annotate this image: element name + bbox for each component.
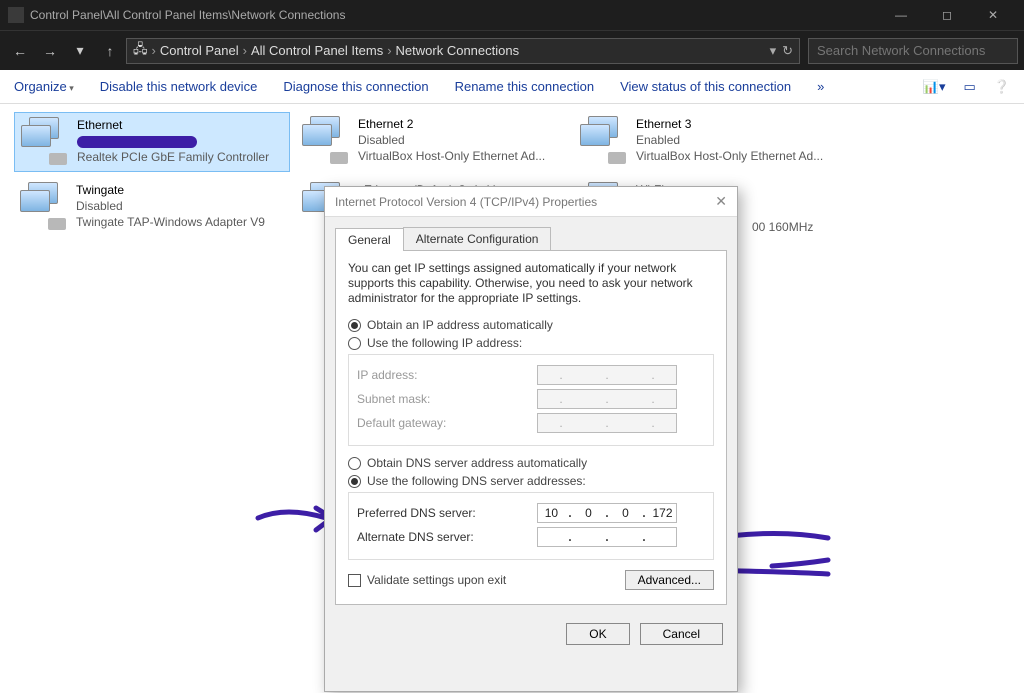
validate-row: Validate settings upon exit Advanced... bbox=[348, 570, 714, 590]
connection-status: Disabled bbox=[76, 198, 265, 214]
radio-icon bbox=[348, 319, 361, 332]
connection-name: Ethernet 3 bbox=[636, 116, 823, 132]
app-icon bbox=[8, 7, 24, 23]
back-button[interactable]: ← bbox=[6, 37, 34, 65]
radio-label: Obtain an IP address automatically bbox=[367, 318, 553, 332]
radio-use-ip[interactable]: Use the following IP address: bbox=[348, 336, 714, 350]
radio-icon bbox=[348, 337, 361, 350]
recent-dropdown[interactable]: ▾ bbox=[66, 37, 94, 65]
radio-label: Use the following IP address: bbox=[367, 336, 522, 350]
addr-dropdown-icon[interactable]: ▾ bbox=[770, 43, 777, 59]
breadcrumb-icon: 🖧 bbox=[133, 40, 148, 62]
address-bar-row: ← → ▾ ↑ 🖧 › Control Panel › All Control … bbox=[0, 30, 1024, 70]
alt-dns-field[interactable]: ... bbox=[537, 527, 677, 547]
connection-ethernet[interactable]: Ethernet Realtek PCIe GbE Family Control… bbox=[14, 112, 290, 172]
tab-alternate[interactable]: Alternate Configuration bbox=[403, 227, 552, 250]
wifi-band-label: 00 160MHz bbox=[752, 220, 813, 234]
ip-address-label: IP address: bbox=[357, 368, 537, 382]
validate-label: Validate settings upon exit bbox=[367, 573, 506, 587]
forward-button[interactable]: → bbox=[36, 37, 64, 65]
preview-pane-icon[interactable]: ▭ bbox=[964, 79, 976, 95]
validate-checkbox[interactable] bbox=[348, 574, 361, 587]
window-titlebar: Control Panel\All Control Panel Items\Ne… bbox=[0, 0, 1024, 30]
crumb-all-items[interactable]: All Control Panel Items bbox=[251, 43, 383, 58]
connection-adapter: Twingate TAP-Windows Adapter V9 bbox=[76, 214, 265, 230]
pref-dns-label: Preferred DNS server: bbox=[357, 506, 537, 520]
gateway-label: Default gateway: bbox=[357, 416, 537, 430]
organize-menu[interactable]: Organize bbox=[14, 79, 74, 94]
ip-address-group: IP address: ... Subnet mask: ... Default… bbox=[348, 354, 714, 446]
connection-status: Enabled bbox=[636, 132, 823, 148]
up-button[interactable]: ↑ bbox=[96, 37, 124, 65]
radio-label: Use the following DNS server addresses: bbox=[367, 474, 586, 488]
network-adapter-icon bbox=[21, 117, 69, 165]
radio-icon bbox=[348, 457, 361, 470]
ok-button[interactable]: OK bbox=[566, 623, 629, 645]
connection-name: Ethernet 2 bbox=[358, 116, 545, 132]
connection-twingate[interactable]: Twingate Disabled Twingate TAP-Windows A… bbox=[14, 178, 290, 238]
dialog-close-icon[interactable]: ✕ bbox=[715, 193, 727, 210]
tab-general[interactable]: General bbox=[335, 228, 404, 251]
ipv4-properties-dialog: Internet Protocol Version 4 (TCP/IPv4) P… bbox=[324, 186, 738, 692]
crumb-control-panel[interactable]: Control Panel bbox=[160, 43, 239, 58]
toolbar-overflow[interactable]: » bbox=[817, 79, 824, 94]
redacted-marker bbox=[77, 136, 197, 148]
diagnose-button[interactable]: Diagnose this connection bbox=[283, 79, 428, 94]
rename-button[interactable]: Rename this connection bbox=[455, 79, 594, 94]
subnet-label: Subnet mask: bbox=[357, 392, 537, 406]
view-status-button[interactable]: View status of this connection bbox=[620, 79, 791, 94]
dialog-tabs: General Alternate Configuration bbox=[335, 227, 727, 251]
refresh-icon[interactable]: ↻ bbox=[782, 43, 793, 59]
radio-label: Obtain DNS server address automatically bbox=[367, 456, 587, 470]
maximize-button[interactable]: ◻ bbox=[924, 0, 970, 30]
crumb-network[interactable]: Network Connections bbox=[396, 43, 520, 58]
radio-use-dns[interactable]: Use the following DNS server addresses: bbox=[348, 474, 714, 488]
gateway-field: ... bbox=[537, 413, 677, 433]
network-adapter-icon bbox=[20, 182, 68, 230]
help-icon[interactable]: ❔ bbox=[994, 79, 1010, 95]
radio-obtain-ip-auto[interactable]: Obtain an IP address automatically bbox=[348, 318, 714, 332]
advanced-button[interactable]: Advanced... bbox=[625, 570, 714, 590]
connection-adapter: Realtek PCIe GbE Family Controller bbox=[77, 149, 269, 165]
dialog-titlebar: Internet Protocol Version 4 (TCP/IPv4) P… bbox=[325, 187, 737, 217]
pref-dns-field[interactable]: 10. 0. 0. 172 bbox=[537, 503, 677, 523]
network-adapter-icon bbox=[580, 116, 628, 164]
ip-description: You can get IP settings assigned automat… bbox=[348, 261, 714, 306]
radio-obtain-dns-auto[interactable]: Obtain DNS server address automatically bbox=[348, 456, 714, 470]
connection-status: Disabled bbox=[358, 132, 545, 148]
minimize-button[interactable]: — bbox=[878, 0, 924, 30]
disable-device-button[interactable]: Disable this network device bbox=[100, 79, 258, 94]
connection-ethernet2[interactable]: Ethernet 2 Disabled VirtualBox Host-Only… bbox=[296, 112, 572, 172]
close-button[interactable]: ✕ bbox=[970, 0, 1016, 30]
connection-adapter: VirtualBox Host-Only Ethernet Ad... bbox=[636, 148, 823, 164]
subnet-field: ... bbox=[537, 389, 677, 409]
connection-name: Twingate bbox=[76, 182, 265, 198]
search-input[interactable] bbox=[808, 38, 1018, 64]
connection-ethernet3[interactable]: Ethernet 3 Enabled VirtualBox Host-Only … bbox=[574, 112, 850, 172]
ip-address-field: ... bbox=[537, 365, 677, 385]
connection-name: Ethernet bbox=[77, 117, 269, 133]
cancel-button[interactable]: Cancel bbox=[640, 623, 723, 645]
dns-group: Preferred DNS server: 10. 0. 0. 172 Alte… bbox=[348, 492, 714, 560]
command-bar: Organize Disable this network device Dia… bbox=[0, 70, 1024, 104]
network-adapter-icon bbox=[302, 116, 350, 164]
radio-icon bbox=[348, 475, 361, 488]
window-title: Control Panel\All Control Panel Items\Ne… bbox=[30, 8, 345, 22]
view-options-icon[interactable]: 📊▾ bbox=[923, 79, 946, 95]
tab-body-general: You can get IP settings assigned automat… bbox=[335, 251, 727, 605]
dialog-title: Internet Protocol Version 4 (TCP/IPv4) P… bbox=[335, 195, 597, 209]
connection-adapter: VirtualBox Host-Only Ethernet Ad... bbox=[358, 148, 545, 164]
breadcrumb-bar[interactable]: 🖧 › Control Panel › All Control Panel It… bbox=[126, 38, 800, 64]
alt-dns-label: Alternate DNS server: bbox=[357, 530, 537, 544]
dialog-button-row: OK Cancel bbox=[325, 615, 737, 657]
